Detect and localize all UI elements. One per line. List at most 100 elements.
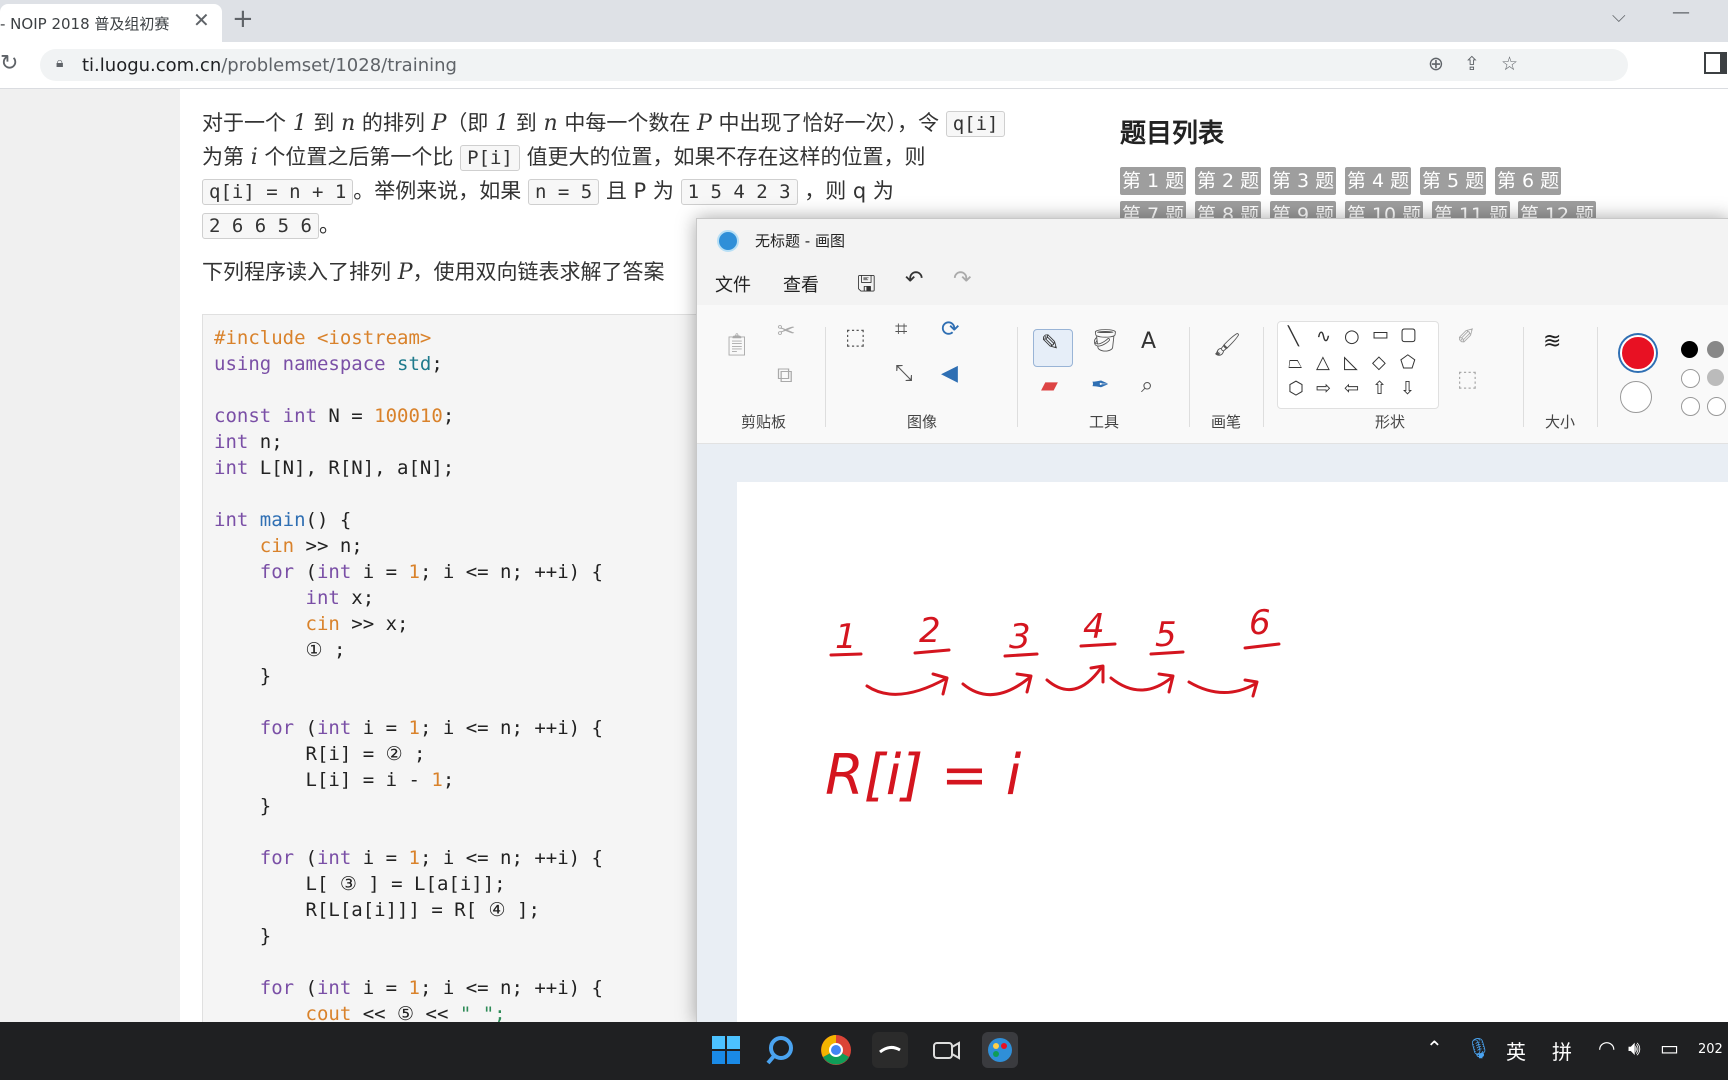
code-token: std <box>397 353 432 375</box>
group-label-clipboard: 剪贴板 <box>741 413 787 431</box>
oval-shape-icon[interactable]: ○ <box>1344 326 1360 347</box>
rounded-rect-shape-icon[interactable]: ▢ <box>1400 324 1417 345</box>
microphone-icon[interactable]: 🎙︎ <box>1466 1036 1491 1060</box>
code-token: ; i <= n; ++i) { <box>419 561 603 583</box>
question-button-3[interactable]: 第 3 题 <box>1270 167 1336 195</box>
text-icon[interactable]: A <box>1141 329 1156 354</box>
wifi-icon[interactable]: ◠ <box>1598 1036 1615 1060</box>
crop-icon[interactable]: ⌗ <box>895 317 907 342</box>
question-button-2[interactable]: 第 2 题 <box>1195 167 1261 195</box>
math: 1 <box>495 111 510 136</box>
code-token: int <box>316 717 352 739</box>
share-icon[interactable]: ⇪ <box>1464 53 1480 75</box>
search-icon[interactable] <box>764 1032 800 1068</box>
redo-icon[interactable]: ↷ <box>953 267 971 292</box>
rotate-icon[interactable]: ⟳ <box>941 317 959 342</box>
cut-icon[interactable]: ✂ <box>777 319 795 344</box>
url-text[interactable]: ti.luogu.com.cn/problemset/1028/training <box>82 55 457 76</box>
color-light-gray-swatch[interactable] <box>1707 369 1724 386</box>
paint-taskbar-icon[interactable] <box>982 1032 1018 1068</box>
left-arrow-shape-icon[interactable]: ⇦ <box>1344 378 1359 399</box>
color-gray-swatch[interactable] <box>1707 341 1724 358</box>
paint-titlebar[interactable]: 无标题 - 画图 <box>697 219 1728 257</box>
ime-language-indicator[interactable]: 英 <box>1506 1036 1526 1065</box>
outline-icon[interactable]: ✐ <box>1457 325 1475 350</box>
side-panel-icon[interactable] <box>1704 52 1727 74</box>
reload-icon[interactable]: ↻ <box>0 51 18 76</box>
pencil-icon[interactable]: ✎ <box>1041 331 1059 356</box>
camera-icon[interactable] <box>928 1032 964 1068</box>
tray-overflow-icon[interactable]: ⌃ <box>1426 1036 1443 1060</box>
flip-icon[interactable]: ◀ <box>941 361 958 386</box>
color-black-swatch[interactable] <box>1681 341 1698 358</box>
hexagon-shape-icon[interactable]: ⬡ <box>1288 378 1304 399</box>
select-icon[interactable]: ⬚ <box>845 325 866 350</box>
code-token: 1 <box>431 769 443 791</box>
close-tab-icon[interactable]: ✕ <box>193 8 210 32</box>
volume-icon[interactable]: 🔊︎ <box>1628 1036 1641 1060</box>
rectangle-shape-icon[interactable]: ▭ <box>1372 324 1389 345</box>
browser-tab[interactable]: - NOIP 2018 普及组初赛 ✕ <box>0 4 222 42</box>
question-button-6[interactable]: 第 6 题 <box>1495 167 1561 195</box>
color-empty-swatch[interactable] <box>1681 369 1700 388</box>
right-arrow-shape-icon[interactable]: ⇨ <box>1316 378 1331 399</box>
brush-icon[interactable]: 🖌︎ <box>1213 333 1241 358</box>
terminal-icon[interactable] <box>872 1032 908 1068</box>
right-triangle-shape-icon[interactable]: ◺ <box>1344 352 1358 373</box>
code-token: n; <box>259 431 283 453</box>
text: 个位置之后第一个比 <box>264 145 454 169</box>
pentagon-shape-icon[interactable]: ⬠ <box>1400 352 1416 373</box>
math: i <box>250 145 258 170</box>
new-tab-button[interactable]: + <box>232 4 254 34</box>
color-empty-swatch[interactable] <box>1681 397 1700 416</box>
ime-mode-indicator[interactable]: 拼 <box>1552 1036 1572 1065</box>
paste-icon[interactable]: 📋︎ <box>723 333 751 358</box>
magnifier-icon[interactable]: ⌕ <box>1141 373 1153 398</box>
code-token: 1 <box>408 847 420 869</box>
bookmark-star-icon[interactable]: ☆ <box>1501 53 1518 75</box>
curve-shape-icon[interactable]: ∿ <box>1316 326 1331 347</box>
zoom-icon[interactable]: ⊕ <box>1428 53 1444 75</box>
color-picker-icon[interactable]: ✒ <box>1091 373 1109 398</box>
primary-color-swatch[interactable] <box>1620 335 1656 371</box>
text: ，则 q 为 <box>804 179 894 203</box>
text: 中出现了恰好一次），令 <box>718 111 940 135</box>
handwritten-number: 3 <box>1009 617 1031 657</box>
minimize-window-icon[interactable]: — <box>1672 2 1690 23</box>
size-icon[interactable]: ≋ <box>1543 329 1561 354</box>
tab-search-icon[interactable]: ⌵ <box>1612 6 1626 27</box>
question-button-1[interactable]: 第 1 题 <box>1120 167 1186 195</box>
battery-icon[interactable]: ▭ <box>1660 1036 1679 1060</box>
eraser-icon[interactable]: ▰ <box>1041 373 1058 398</box>
undo-icon[interactable]: ↶ <box>905 267 923 292</box>
code-token: R[i] = ② ; <box>305 743 426 765</box>
address-bar[interactable]: 🔒︎ ti.luogu.com.cn/problemset/1028/train… <box>40 49 1628 81</box>
divider <box>825 327 826 427</box>
text: ，使用双向链表求解了答案 <box>412 260 665 284</box>
triangle-shape-icon[interactable]: △ <box>1316 352 1330 373</box>
resize-icon[interactable]: ⤡ <box>895 361 913 386</box>
question-button-4[interactable]: 第 4 题 <box>1345 167 1411 195</box>
question-button-5[interactable]: 第 5 题 <box>1420 167 1486 195</box>
polygon-shape-icon[interactable]: ⏢ <box>1288 352 1302 373</box>
fill-icon[interactable]: 🪣︎ <box>1091 329 1119 354</box>
code-token: L[i] = i - <box>305 769 432 791</box>
menu-view[interactable]: 查看 <box>783 271 819 297</box>
up-arrow-shape-icon[interactable]: ⇧ <box>1372 378 1387 399</box>
clock-text[interactable]: 202 <box>1698 1042 1723 1057</box>
text: 到 <box>515 111 537 135</box>
copy-icon[interactable]: ⧉ <box>777 363 793 388</box>
line-shape-icon[interactable]: ╲ <box>1288 326 1299 347</box>
color-empty-swatch[interactable] <box>1707 397 1726 416</box>
start-button[interactable] <box>708 1032 744 1068</box>
drawing-canvas[interactable]: 1 2 3 4 5 6 R[i] = i <box>737 482 1728 1023</box>
lock-icon[interactable]: 🔒︎ <box>56 55 63 71</box>
shape-fill-icon[interactable]: ⬚ <box>1457 367 1478 392</box>
secondary-color-swatch[interactable] <box>1620 381 1652 413</box>
down-arrow-shape-icon[interactable]: ⇩ <box>1400 378 1415 399</box>
save-icon[interactable]: 🖫 <box>857 267 876 305</box>
menu-file[interactable]: 文件 <box>715 271 751 297</box>
diamond-shape-icon[interactable]: ◇ <box>1372 352 1386 373</box>
code-token: int <box>316 561 352 583</box>
chrome-icon[interactable] <box>818 1032 854 1068</box>
